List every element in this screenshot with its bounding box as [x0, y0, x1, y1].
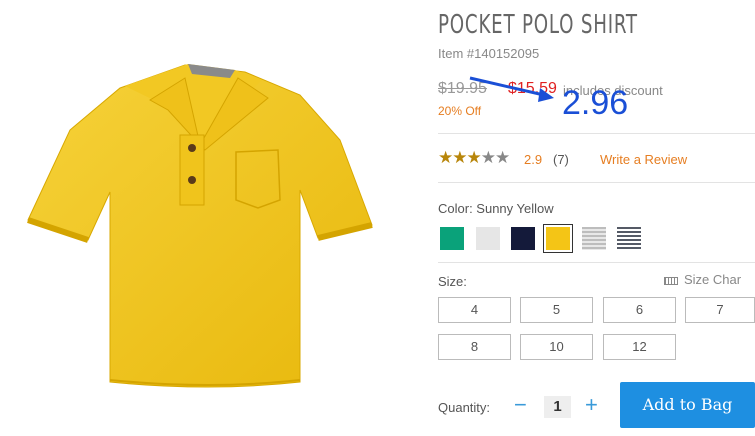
divider [438, 133, 755, 134]
size-option-10[interactable]: 10 [520, 334, 593, 360]
write-review-link[interactable]: Write a Review [600, 152, 687, 167]
annotation-value: 2.96 [562, 84, 629, 122]
item-number: Item #140152095 [438, 46, 540, 61]
add-to-bag-button[interactable]: Add to Bag [620, 382, 755, 428]
polo-shirt-image [27, 64, 373, 388]
size-chart-label: Size Char [684, 272, 742, 287]
swatch-sunny-yellow[interactable] [543, 224, 573, 253]
rating-value: 2.9 [524, 152, 543, 167]
size-option-5[interactable]: 5 [520, 297, 593, 323]
color-label: Color: Sunny Yellow [438, 201, 554, 216]
quantity-decrease-button[interactable]: − [514, 392, 527, 418]
swatch-white[interactable] [476, 227, 500, 250]
size-option-7[interactable]: 7 [685, 297, 755, 323]
size-option-8[interactable]: 8 [438, 334, 511, 360]
top-icons [700, 0, 755, 6]
quantity-increase-button[interactable]: + [585, 392, 598, 418]
swatch-navy[interactable] [511, 227, 535, 250]
rating-count[interactable]: (7) [553, 152, 569, 167]
product-image [0, 0, 410, 431]
size-option-12[interactable]: 12 [603, 334, 676, 360]
size-option-4[interactable]: 4 [438, 297, 511, 323]
quantity-input[interactable]: 1 [544, 396, 571, 418]
divider [438, 262, 755, 263]
quantity-label: Quantity: [438, 400, 491, 415]
product-title: POCKET POLO SHIRT [438, 10, 638, 40]
ruler-icon [664, 276, 678, 285]
size-chart-link[interactable]: Size Char [664, 272, 741, 287]
rating-stars-icon: ★★★★★ [438, 148, 510, 167]
swatch-gray-stripe[interactable] [582, 227, 606, 250]
size-label: Size: [438, 274, 467, 289]
annotation-arrow-icon [469, 76, 554, 102]
size-option-6[interactable]: 6 [603, 297, 676, 323]
swatch-navy-stripe[interactable] [617, 227, 641, 250]
divider [438, 182, 755, 183]
swatch-green[interactable] [440, 227, 464, 250]
